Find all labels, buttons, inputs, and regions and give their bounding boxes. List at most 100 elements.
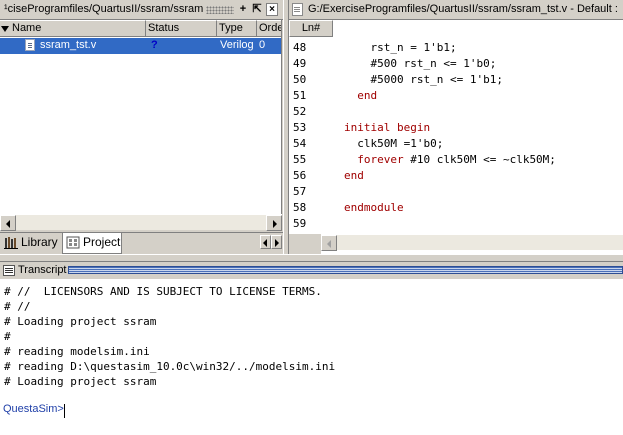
text-cursor[interactable]	[64, 404, 65, 418]
code-line: 55 forever #10 clk50M <= ~clk50M;	[289, 152, 623, 168]
command-prompt: QuestaSim>	[3, 403, 64, 415]
editor-corner	[289, 234, 321, 254]
code-text: #5000 rst_n <= 1'b1;	[344, 72, 503, 88]
tab-project-label: Project	[83, 235, 121, 249]
transcript-line: # //	[4, 300, 31, 313]
arrow-right-icon	[275, 239, 279, 247]
code-text: end	[344, 168, 364, 184]
project-pane: ¹ciseProgramfiles/QuartusII/ssram/ssram …	[0, 0, 283, 254]
project-file-list: Name Status Type Orde ssram_tst.v ? Veri…	[0, 20, 282, 214]
code-keyword: initial begin	[344, 121, 431, 134]
tab-scroll-right-button[interactable]	[271, 235, 282, 249]
verilog-file-icon	[25, 39, 35, 51]
line-number: 52	[293, 105, 307, 118]
code-line: 52	[289, 104, 623, 120]
transcript-output[interactable]: # // LICENSORS AND IS SUBJECT TO LICENSE…	[0, 281, 623, 435]
code-line: 51 end	[289, 88, 623, 104]
tab-project[interactable]: Project	[62, 233, 122, 254]
tab-scroll-left-button[interactable]	[260, 235, 271, 249]
code-statement: rst_n = 1'b1;	[370, 41, 457, 54]
line-number: 58	[293, 201, 307, 214]
file-order: 0	[259, 39, 266, 51]
code-line: 50 #5000 rst_n <= 1'b1;	[289, 72, 623, 88]
code-line: 57	[289, 184, 623, 200]
scroll-left-button[interactable]	[321, 235, 337, 251]
transcript-icon	[3, 265, 15, 276]
code-text: #500 rst_n <= 1'b0;	[344, 56, 497, 72]
editor-horizontal-scrollbar[interactable]	[321, 234, 623, 251]
editor-title: G:/ExerciseProgramfiles/QuartusII/ssram/…	[308, 3, 618, 15]
line-number-header: Ln#	[289, 20, 333, 37]
scroll-left-button[interactable]	[0, 215, 16, 231]
line-number: 57	[293, 185, 307, 198]
code-statement: #500 rst_n <= 1'b0;	[370, 57, 497, 70]
transcript-line: # reading modelsim.ini	[4, 345, 150, 358]
project-horizontal-scrollbar[interactable]	[0, 214, 282, 231]
column-header-order[interactable]: Orde	[257, 20, 281, 37]
code-keyword: endmodule	[344, 201, 404, 214]
document-icon	[292, 3, 303, 16]
add-icon[interactable]: +	[237, 3, 249, 16]
code-text: end	[344, 88, 377, 104]
transcript-titlebar[interactable]: Transcript	[0, 262, 623, 279]
transcript-line: # reading D:\questasim_10.0c\win32/../mo…	[4, 360, 336, 373]
code-line: 56 end	[289, 168, 623, 184]
code-line: 48 rst_n = 1'b1;	[289, 40, 623, 56]
column-headers: Name Status Type Orde	[0, 20, 281, 37]
code-line: 54 clk50M =1'b0;	[289, 136, 623, 152]
project-pane-title: ¹ciseProgramfiles/QuartusII/ssram/ssram	[4, 3, 204, 15]
code-line: 58 endmodule	[289, 200, 623, 216]
library-icon	[4, 237, 18, 249]
project-icon	[66, 236, 80, 249]
arrow-left-icon	[263, 239, 267, 247]
line-number: 56	[293, 169, 307, 182]
code-line: 53 initial begin	[289, 120, 623, 136]
code-statement: #5000 rst_n <= 1'b1;	[370, 73, 503, 86]
code-text: clk50M =1'b0;	[344, 136, 443, 152]
transcript-title: Transcript	[18, 264, 67, 276]
close-icon[interactable]: ×	[266, 3, 278, 16]
arrow-right-icon	[273, 220, 277, 228]
code-keyword: end	[357, 89, 378, 102]
line-number: 48	[293, 41, 307, 54]
line-number: 59	[293, 217, 307, 230]
line-number: 49	[293, 57, 307, 70]
source-editor: G:/ExerciseProgramfiles/QuartusII/ssram/…	[289, 0, 623, 254]
transcript-line: # Loading project ssram	[4, 375, 157, 388]
status-unknown-icon: ?	[151, 39, 158, 51]
column-header-status[interactable]: Status	[146, 20, 217, 37]
code-keyword: forever	[357, 153, 404, 166]
line-number: 55	[293, 153, 307, 166]
tab-library[interactable]: Library	[1, 233, 59, 253]
drag-grip-icon[interactable]	[206, 6, 234, 14]
line-number: 51	[293, 89, 307, 102]
code-text: rst_n = 1'b1;	[344, 40, 457, 56]
scroll-right-button[interactable]	[266, 215, 282, 231]
code-line: 49 #500 rst_n <= 1'b0;	[289, 56, 623, 72]
column-header-type[interactable]: Type	[217, 20, 257, 37]
code-line: 59	[289, 216, 623, 232]
code-area[interactable]: 48 rst_n = 1'b1; 49 #500 rst_n <= 1'b0; 50…	[289, 40, 623, 232]
table-row[interactable]: ssram_tst.v ? Verilog 0	[0, 38, 281, 54]
code-text: forever #10 clk50M <= ~clk50M;	[344, 152, 556, 168]
column-header-name-label: Name	[12, 22, 42, 34]
project-pane-titlebar[interactable]: ¹ciseProgramfiles/QuartusII/ssram/ssram …	[0, 0, 283, 20]
arrow-left-icon	[327, 240, 331, 248]
undock-icon[interactable]: ⇱	[251, 3, 263, 16]
horizontal-splitter[interactable]	[0, 254, 623, 262]
column-header-name[interactable]: Name	[0, 20, 146, 37]
tab-library-label: Library	[21, 235, 58, 249]
arrow-left-icon	[6, 220, 10, 228]
transcript-line: # Loading project ssram	[4, 315, 157, 328]
code-statement: #10 clk50M <= ~clk50M;	[403, 153, 556, 166]
project-pane-tabs: Library Project	[0, 232, 283, 254]
title-grip-bar[interactable]	[68, 266, 623, 274]
line-number: 53	[293, 121, 307, 134]
editor-titlebar[interactable]: G:/ExerciseProgramfiles/QuartusII/ssram/…	[289, 0, 623, 20]
sort-descending-icon	[1, 26, 9, 32]
